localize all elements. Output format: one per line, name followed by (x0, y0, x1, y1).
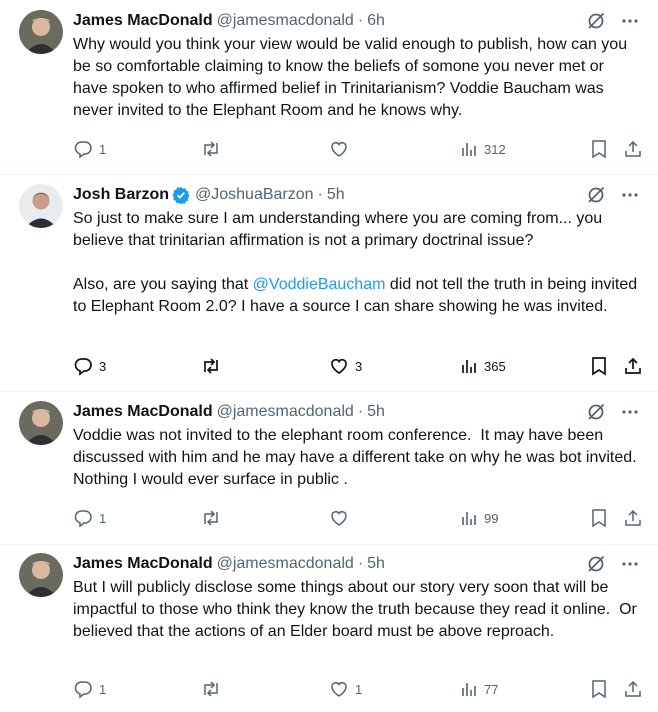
view-count: 312 (484, 141, 506, 157)
view-count: 365 (484, 358, 506, 374)
view-count: 99 (484, 510, 499, 526)
avatar[interactable] (19, 553, 63, 597)
avatar[interactable] (19, 184, 63, 228)
action-bar: 3 3 365 (73, 355, 643, 377)
reply-button[interactable]: 3 (73, 355, 106, 377)
grok-icon[interactable] (585, 401, 607, 423)
reply-count: 1 (99, 510, 107, 526)
views-button[interactable]: 77 (460, 678, 498, 700)
like-button[interactable]: 1 (329, 678, 362, 700)
repost-button[interactable] (200, 507, 228, 529)
view-count: 77 (484, 681, 499, 697)
mention-link[interactable]: @VoddieBaucham (253, 276, 386, 293)
like-count: 1 (355, 681, 363, 697)
avatar[interactable] (19, 401, 63, 445)
display-name[interactable]: James MacDonald (73, 553, 213, 575)
reply-count: 3 (99, 358, 107, 374)
bookmark-button[interactable] (590, 507, 608, 529)
divider (0, 544, 658, 545)
separator-dot: · (357, 12, 364, 29)
avatar-james-macdonald-icon (19, 553, 63, 597)
repost-button[interactable] (200, 678, 228, 700)
share-button[interactable] (623, 507, 643, 529)
separator-dot: · (357, 403, 364, 420)
bookmark-button[interactable] (590, 138, 608, 160)
grok-icon[interactable] (585, 553, 607, 575)
reply-button[interactable]: 1 (73, 507, 106, 529)
tweet-text: Voddie was not invited to the elephant r… (73, 427, 646, 488)
verified-badge-icon (172, 186, 190, 204)
views-button[interactable]: 99 (460, 507, 498, 529)
reply-count: 1 (99, 681, 107, 697)
more-icon[interactable] (621, 403, 639, 421)
views-button[interactable]: 312 (460, 138, 506, 160)
more-icon[interactable] (621, 12, 639, 30)
repost-button[interactable] (200, 355, 228, 377)
avatar-josh-barzon-icon (19, 184, 63, 228)
bookmark-button[interactable] (590, 355, 608, 377)
timestamp[interactable]: 5h (367, 553, 385, 575)
timestamp[interactable]: 5h (327, 184, 345, 206)
share-button[interactable] (623, 678, 643, 700)
share-button[interactable] (623, 355, 643, 377)
tweet-text: But I will publicly disclose some things… (73, 579, 642, 640)
grok-icon[interactable] (585, 10, 607, 32)
separator-dot: · (317, 186, 323, 203)
divider (0, 391, 658, 392)
handle[interactable]: @jamesmacdonald (217, 401, 354, 423)
action-bar: 1 312 (73, 138, 643, 160)
handle[interactable]: @JoshuaBarzon (195, 184, 314, 206)
handle[interactable]: @jamesmacdonald (217, 10, 354, 32)
display-name[interactable]: James MacDonald (73, 401, 213, 423)
reply-button[interactable]: 1 (73, 678, 106, 700)
like-count: 3 (355, 358, 363, 374)
more-icon[interactable] (621, 555, 639, 573)
tweet-text: Why would you think your view would be v… (73, 36, 632, 119)
display-name[interactable]: Josh Barzon (73, 184, 169, 206)
action-bar: 1 99 (73, 507, 643, 529)
divider (0, 174, 658, 175)
action-bar: 1 1 77 (73, 678, 643, 700)
grok-icon[interactable] (585, 184, 607, 206)
avatar-james-macdonald-icon (19, 10, 63, 54)
share-button[interactable] (623, 138, 643, 160)
bookmark-button[interactable] (590, 678, 608, 700)
views-button[interactable]: 365 (460, 355, 506, 377)
timestamp[interactable]: 5h (367, 401, 385, 423)
reply-count: 1 (99, 141, 107, 157)
avatar[interactable] (19, 10, 63, 54)
handle[interactable]: @jamesmacdonald (217, 553, 354, 575)
tweet-text: So just to make sure I am understanding … (73, 210, 642, 315)
avatar-james-macdonald-icon (19, 401, 63, 445)
separator-dot: · (357, 555, 364, 572)
like-button[interactable] (329, 507, 355, 529)
reply-button[interactable]: 1 (73, 138, 106, 160)
repost-button[interactable] (200, 138, 228, 160)
more-icon[interactable] (621, 186, 639, 204)
display-name[interactable]: James MacDonald (73, 10, 213, 32)
like-button[interactable] (329, 138, 355, 160)
like-button[interactable]: 3 (329, 355, 362, 377)
timestamp[interactable]: 6h (367, 10, 385, 32)
